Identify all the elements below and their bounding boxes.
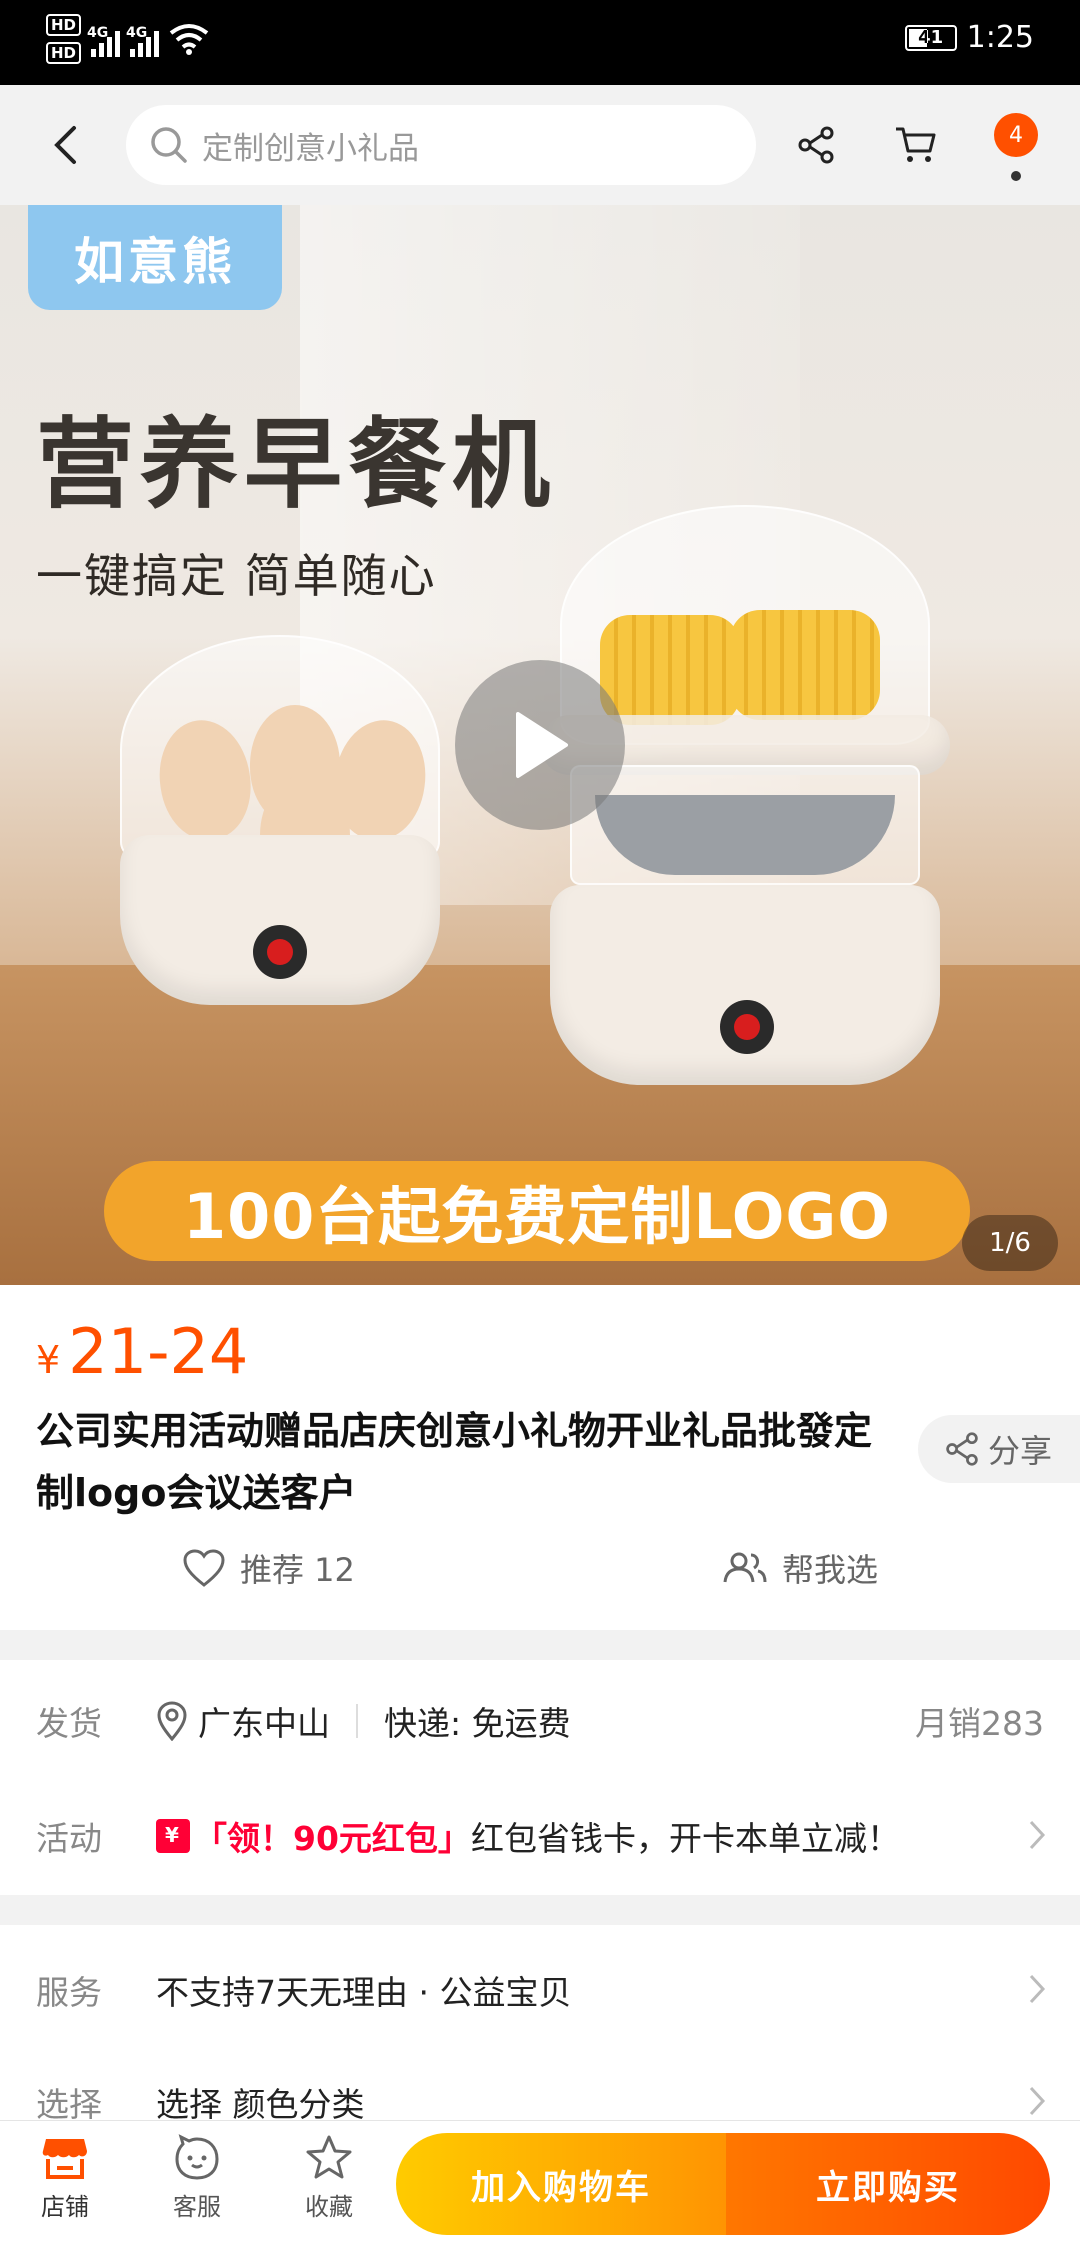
hero-title: 营养早餐机 xyxy=(36,408,557,522)
promo-tag: 「领！90元红包」 xyxy=(194,1819,471,1858)
battery-icon: 41 xyxy=(904,24,957,51)
brand-logo: 如意熊 xyxy=(28,205,282,310)
chevron-right-icon xyxy=(1029,1974,1046,2004)
divider xyxy=(356,1704,358,1738)
buy-now-button[interactable]: 立即购买 xyxy=(726,2133,1050,2235)
hero-subtitle: 一键搞定 简单随心 xyxy=(36,549,437,603)
service-row[interactable]: 服务 不支持7天无理由 · 公益宝贝 xyxy=(0,1935,1080,2045)
search-input[interactable]: 定制创意小礼品 xyxy=(126,105,756,185)
promo-banner: 100台起免费定制LOGO xyxy=(104,1161,970,1261)
share-icon xyxy=(946,1432,978,1466)
add-to-cart-button[interactable]: 加入购物车 xyxy=(396,2133,726,2235)
shipping-card: 发货 广东中山 快递: 免运费 月销283 活动 「领！90元红包」 红包省钱卡… xyxy=(0,1660,1080,1895)
delivery-info: 快递: 免运费 xyxy=(384,1704,571,1743)
product-image-gallery[interactable]: 如意熊 营养早餐机 一键搞定 简单随心 100台起免费定制LOGO 1/6 xyxy=(0,205,1080,1285)
status-bar: HD HD 4G 4G 41 1:25 xyxy=(0,0,1080,85)
share-pill-button[interactable]: 分享 xyxy=(918,1415,1080,1483)
chevron-left-icon xyxy=(54,126,76,164)
chevron-right-icon xyxy=(1029,1820,1046,1850)
wifi-icon xyxy=(169,24,209,55)
product-title: 公司实用活动赠品店庆创意小礼物开业礼品批發定制logo会议送客户 xyxy=(36,1409,873,1515)
hd-icon: HD xyxy=(46,42,82,64)
price-value: 21-24 xyxy=(68,1315,249,1388)
more-icon xyxy=(1011,171,1021,181)
activity-row[interactable]: 活动 「领！90元红包」 红包省钱卡，开卡本单立减！ xyxy=(0,1781,1080,1891)
select-text: 选择 颜色分类 xyxy=(156,2085,365,2124)
recommend-label: 推荐 12 xyxy=(240,1551,355,1589)
play-icon xyxy=(516,712,568,778)
help-choose-label: 帮我选 xyxy=(782,1551,879,1589)
service-label: 服务 xyxy=(36,1973,102,2012)
activity-label: 活动 xyxy=(36,1819,102,1858)
help-choose-button[interactable]: 帮我选 xyxy=(722,1545,878,1591)
service-card: 服务 不支持7天无理由 · 公益宝贝 选择 选择 颜色分类 xyxy=(0,1925,1080,2125)
status-indicators: HD HD 4G 4G xyxy=(46,14,209,64)
back-button[interactable] xyxy=(40,115,90,175)
cart-icon xyxy=(896,127,936,162)
status-right: 41 1:25 xyxy=(904,20,1034,55)
more-button[interactable]: 4 xyxy=(986,113,1046,181)
share-label: 分享 xyxy=(988,1432,1053,1470)
hd-icons: HD HD xyxy=(46,14,82,64)
share-button[interactable] xyxy=(786,115,846,175)
currency-symbol: ¥ xyxy=(36,1338,61,1382)
ship-location: 广东中山 xyxy=(198,1704,330,1743)
search-placeholder: 定制创意小礼品 xyxy=(202,130,419,167)
cart-badge: 4 xyxy=(994,113,1038,157)
price: ¥ 21-24 xyxy=(36,1315,248,1388)
bottom-action-bar: 店铺 客服 收藏 加入购物车 立即购买 xyxy=(0,2120,1080,2244)
shop-icon xyxy=(42,2139,87,2179)
favorite-button[interactable]: 收藏 xyxy=(274,2133,384,2222)
top-navigation: 定制创意小礼品 4 xyxy=(0,85,1080,205)
play-video-button[interactable] xyxy=(455,660,625,830)
service-label: 客服 xyxy=(173,2193,221,2221)
cart-button[interactable] xyxy=(886,115,946,175)
image-counter: 1/6 xyxy=(962,1215,1058,1271)
shop-button[interactable]: 店铺 xyxy=(10,2133,120,2222)
product-info-card: ¥ 21-24 公司实用活动赠品店庆创意小礼物开业礼品批發定制logo会议送客户… xyxy=(0,1285,1080,1630)
chevron-right-icon xyxy=(1029,2086,1046,2116)
clock: 1:25 xyxy=(966,20,1034,55)
egg-cooker-image xyxy=(80,625,480,1045)
shop-label: 店铺 xyxy=(41,2193,89,2221)
service-text: 不支持7天无理由 · 公益宝贝 xyxy=(156,1973,572,2012)
signal-icon: 4G xyxy=(126,21,160,57)
search-icon xyxy=(151,127,187,163)
monthly-sales: 月销283 xyxy=(915,1704,1044,1743)
heart-icon xyxy=(183,1549,225,1587)
star-icon xyxy=(306,2135,352,2179)
share-icon xyxy=(798,126,834,164)
favorite-label: 收藏 xyxy=(305,2193,353,2221)
product-actions: 推荐 12 帮我选 xyxy=(0,1545,1080,1605)
location-icon xyxy=(157,1701,187,1741)
product-page: HD HD 4G 4G 41 1:25 定制创意小礼品 4 如意熊 营养早餐机 … xyxy=(0,0,1080,2244)
select-label: 选择 xyxy=(36,2085,102,2124)
people-icon xyxy=(723,1552,767,1583)
shipping-label: 发货 xyxy=(36,1704,102,1743)
customer-service-button[interactable]: 客服 xyxy=(142,2133,252,2222)
shipping-row[interactable]: 发货 广东中山 快递: 免运费 月销283 xyxy=(0,1666,1080,1776)
red-packet-icon xyxy=(156,1819,190,1853)
hd-icon: HD xyxy=(46,14,82,36)
recommend-button[interactable]: 推荐 12 xyxy=(182,1545,355,1591)
activity-text: 红包省钱卡，开卡本单立减！ xyxy=(470,1819,900,1858)
chat-face-icon xyxy=(175,2134,219,2180)
signal-icon: 4G xyxy=(87,21,121,57)
